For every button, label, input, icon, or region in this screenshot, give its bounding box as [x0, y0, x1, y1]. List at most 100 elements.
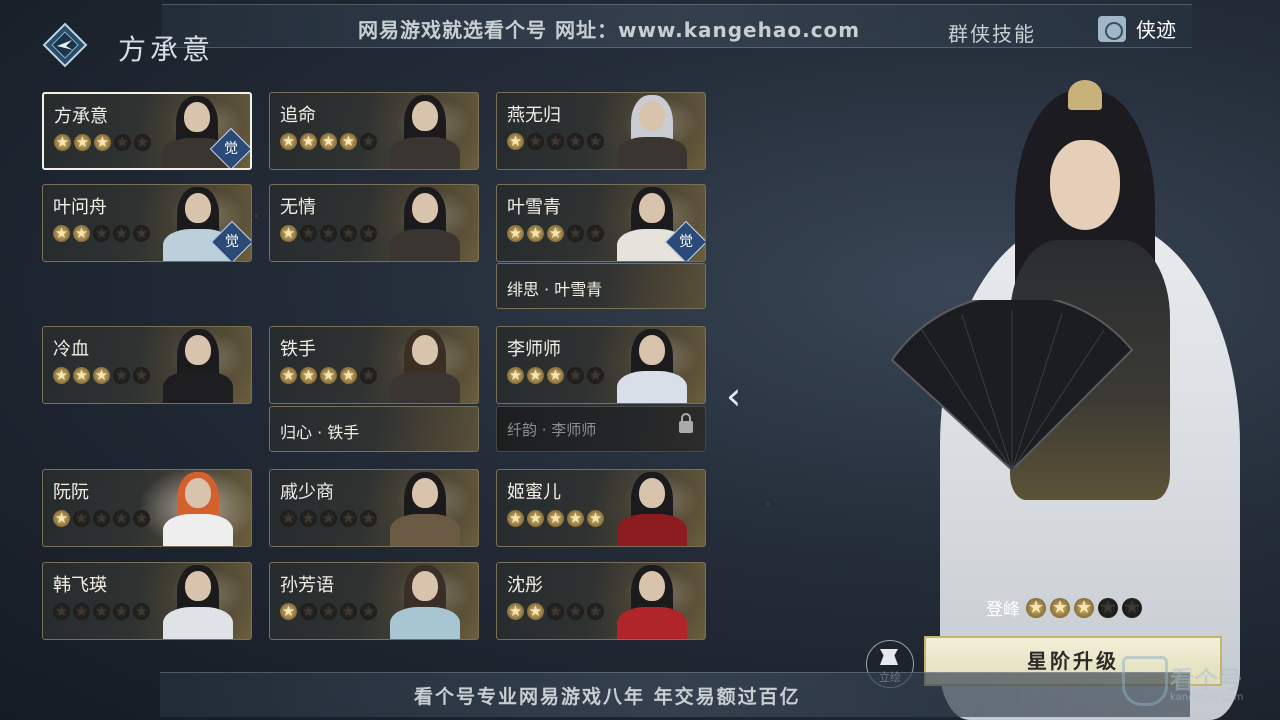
star-empty-icon: ★ — [547, 132, 564, 150]
hero-stars: ★ ★ ★ ★ ★ — [507, 603, 604, 620]
star-empty-icon: ★ — [360, 224, 377, 242]
star-filled-icon: ★ — [527, 366, 544, 384]
bottom-watermark: 看个号专业网易游戏八年 年交易额过百亿 — [414, 686, 801, 708]
star-empty-icon: ★ — [73, 602, 90, 620]
hero-card[interactable]: 阮阮 ★ ★ ★ ★ ★ — [42, 469, 252, 547]
star-filled-icon: ★ — [54, 133, 71, 151]
hero-name: 孙芳语 — [280, 575, 334, 596]
hero-stars: ★ ★ ★ ★ ★ — [507, 133, 604, 150]
star-empty-icon: ★ — [93, 602, 110, 620]
hero-portrait — [595, 470, 705, 546]
star-filled-icon: ★ — [1026, 596, 1046, 618]
back-logo-icon[interactable] — [42, 22, 88, 68]
star-empty-icon: ★ — [567, 132, 584, 150]
hero-name: 戚少商 — [280, 482, 334, 503]
star-filled-icon: ★ — [300, 366, 317, 384]
hero-name: 燕无归 — [507, 105, 561, 126]
star-filled-icon: ★ — [93, 366, 110, 384]
star-empty-icon: ★ — [547, 602, 564, 620]
hero-name: 阮阮 — [53, 482, 89, 503]
hero-card[interactable]: 冷血 ★ ★ ★ ★ ★ — [42, 326, 252, 404]
skin-name: 绯思 · 叶雪青 — [507, 280, 603, 299]
star-empty-icon: ★ — [133, 509, 150, 527]
collapse-panel-chevron-icon[interactable]: ‹ — [726, 374, 741, 418]
hero-stars: ★ ★ ★ ★ ★ — [507, 510, 604, 527]
hero-name: 叶雪青 — [507, 197, 561, 218]
star-filled-icon: ★ — [507, 132, 524, 150]
hero-card[interactable]: 戚少商 ★ ★ ★ ★ ★ — [269, 469, 479, 547]
star-empty-icon: ★ — [93, 224, 110, 242]
star-filled-icon: ★ — [73, 366, 90, 384]
star-empty-icon: ★ — [113, 509, 130, 527]
hero-name: 韩飞瑛 — [53, 575, 107, 596]
star-empty-icon: ★ — [340, 224, 357, 242]
tab-deeds-label: 侠迹 — [1136, 18, 1176, 42]
hero-portrait — [141, 563, 251, 639]
hero-stars: ★ ★ ★ ★ ★ — [54, 134, 151, 151]
hero-stars: ★ ★ ★ ★ ★ — [280, 510, 377, 527]
skin-card-locked[interactable]: 纤韵 · 李师师 — [496, 406, 706, 452]
hero-stars: ★ ★ ★ ★ ★ — [507, 367, 604, 384]
star-empty-icon: ★ — [300, 602, 317, 620]
hero-card[interactable]: 姬蜜儿 ★ ★ ★ ★ ★ — [496, 469, 706, 547]
hero-card[interactable]: 追命 ★ ★ ★ ★ ★ — [269, 92, 479, 170]
tab-hero-skills[interactable]: 群侠技能 — [948, 18, 1036, 47]
star-empty-icon: ★ — [133, 602, 150, 620]
star-empty-icon: ★ — [360, 602, 377, 620]
star-filled-icon: ★ — [527, 224, 544, 242]
hero-card[interactable]: 无情 ★ ★ ★ ★ ★ — [269, 184, 479, 262]
hero-card[interactable]: 韩飞瑛 ★ ★ ★ ★ ★ — [42, 562, 252, 640]
star-empty-icon: ★ — [360, 132, 377, 150]
star-empty-icon: ★ — [1098, 596, 1118, 618]
star-filled-icon: ★ — [507, 509, 524, 527]
tab-deeds[interactable]: 侠迹 — [1098, 14, 1176, 43]
hero-card[interactable]: 燕无归 ★ ★ ★ ★ ★ — [496, 92, 706, 170]
lock-icon — [679, 413, 693, 433]
hero-card[interactable]: 孙芳语 ★ ★ ★ ★ ★ — [269, 562, 479, 640]
star-filled-icon: ★ — [53, 366, 70, 384]
hero-name: 姬蜜儿 — [507, 482, 561, 503]
star-empty-icon: ★ — [113, 224, 130, 242]
star-empty-icon: ★ — [340, 509, 357, 527]
star-filled-icon: ★ — [527, 602, 544, 620]
corner-url: kangehao.com — [1170, 692, 1244, 703]
star-rank-stars: ★ ★ ★ ★ ★ — [1026, 596, 1142, 618]
hero-name: 方承意 — [54, 106, 108, 127]
hero-card[interactable]: 李师师 ★ ★ ★ ★ ★ — [496, 326, 706, 404]
hero-card[interactable]: 叶雪青 ★ ★ ★ ★ ★ 觉 — [496, 184, 706, 262]
star-filled-icon: ★ — [280, 602, 297, 620]
star-filled-icon: ★ — [547, 366, 564, 384]
hero-card[interactable]: 方承意 ★ ★ ★ ★ ★ 觉 — [42, 92, 252, 170]
star-empty-icon: ★ — [567, 224, 584, 242]
hero-card[interactable]: 沈彤 ★ ★ ★ ★ ★ — [496, 562, 706, 640]
hero-name: 李师师 — [507, 339, 561, 360]
star-empty-icon: ★ — [360, 509, 377, 527]
star-filled-icon: ★ — [320, 132, 337, 150]
star-empty-icon: ★ — [320, 602, 337, 620]
star-filled-icon: ★ — [340, 366, 357, 384]
skin-card[interactable]: 归心 · 铁手 — [269, 406, 479, 452]
page-title: 方承意 — [118, 33, 215, 66]
hero-portrait — [368, 470, 478, 546]
star-filled-icon: ★ — [547, 224, 564, 242]
hero-name: 追命 — [280, 105, 316, 126]
star-filled-icon: ★ — [280, 132, 297, 150]
hero-name: 无情 — [280, 197, 316, 218]
skin-card[interactable]: 绯思 · 叶雪青 — [496, 263, 706, 309]
shield-icon — [1122, 656, 1168, 706]
star-empty-icon: ★ — [93, 509, 110, 527]
hero-portrait — [595, 93, 705, 169]
star-filled-icon: ★ — [1050, 596, 1070, 618]
star-filled-icon: ★ — [507, 602, 524, 620]
star-empty-icon: ★ — [300, 224, 317, 242]
star-empty-icon: ★ — [340, 602, 357, 620]
hero-portrait — [595, 563, 705, 639]
star-filled-icon: ★ — [340, 132, 357, 150]
hero-card[interactable]: 叶问舟 ★ ★ ★ ★ ★ 觉 — [42, 184, 252, 262]
skin-name: 纤韵 · 李师师 — [507, 421, 597, 439]
hero-stars: ★ ★ ★ ★ ★ — [53, 510, 150, 527]
star-empty-icon: ★ — [53, 602, 70, 620]
hero-card[interactable]: 铁手 ★ ★ ★ ★ ★ — [269, 326, 479, 404]
star-filled-icon: ★ — [280, 224, 297, 242]
skin-name: 归心 · 铁手 — [280, 423, 360, 442]
